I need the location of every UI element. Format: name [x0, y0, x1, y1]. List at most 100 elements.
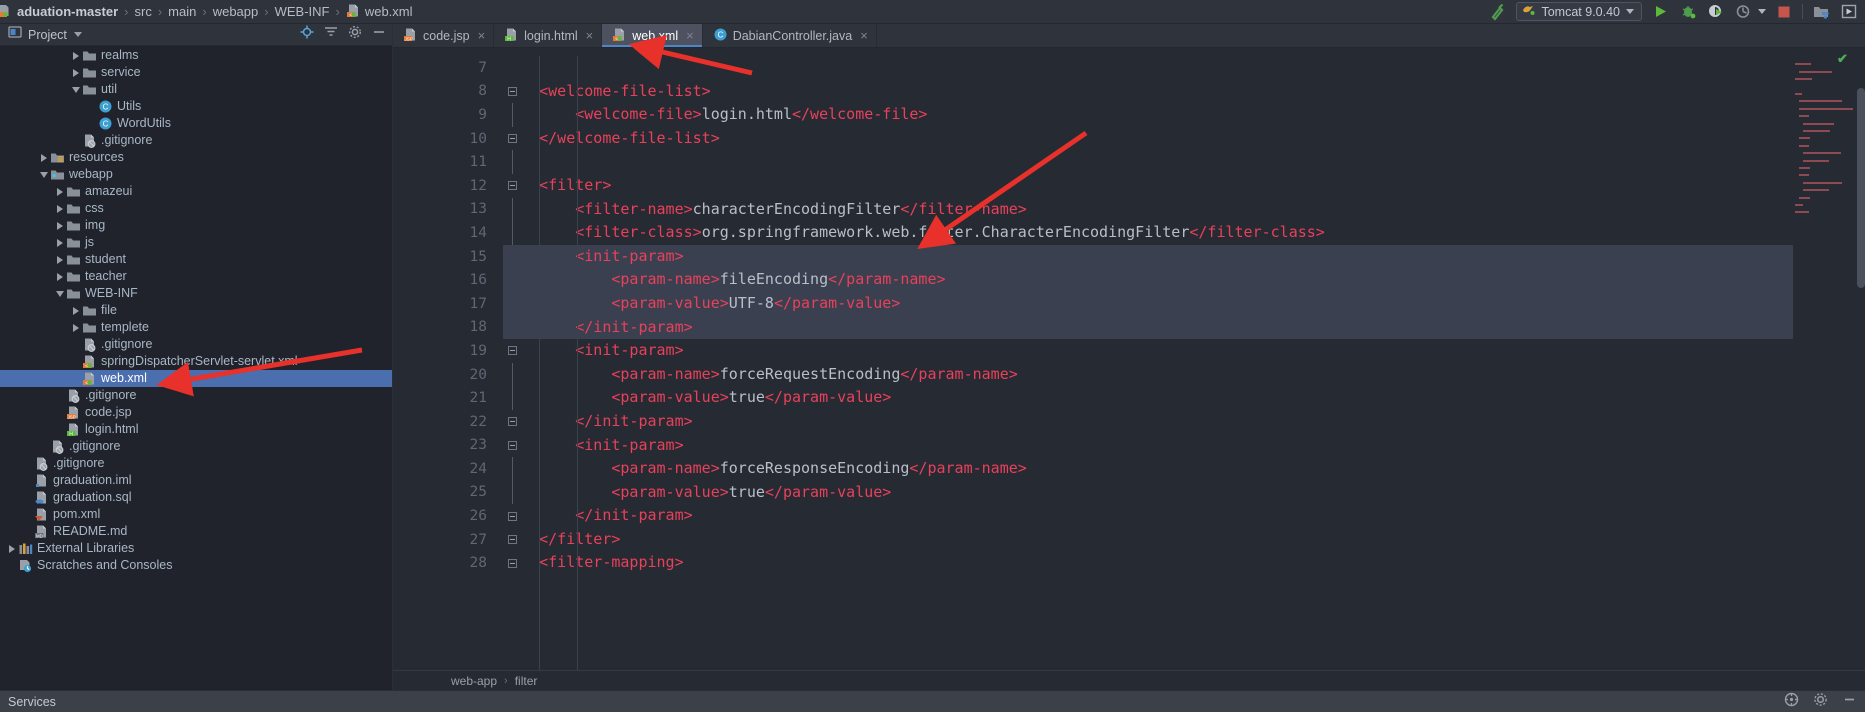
breadcrumb-item-main[interactable]: main	[168, 4, 196, 19]
code-minimap[interactable]	[1793, 48, 1853, 670]
tree-node-teacher[interactable]: teacher	[0, 268, 392, 285]
profiler-dropdown-icon[interactable]	[1758, 9, 1766, 14]
chevron-right-icon[interactable]	[6, 543, 17, 554]
code-line-20[interactable]: <param-name>forceRequestEncoding</param-…	[503, 363, 1793, 387]
close-icon[interactable]: ×	[686, 29, 694, 42]
editor-tab-web-xml[interactable]: < web.xml ×	[602, 24, 703, 47]
tree-node-file[interactable]: file	[0, 302, 392, 319]
tree-node-graduation-iml[interactable]: graduation.iml	[0, 472, 392, 489]
gutter-line-27[interactable]: 27	[393, 528, 517, 552]
tree-node-css[interactable]: css	[0, 200, 392, 217]
editor-tab-login-html[interactable]: Hlogin.html ×	[494, 24, 603, 47]
tree-node--gitignore[interactable]: .gitignore	[0, 387, 392, 404]
close-icon[interactable]: ×	[860, 29, 868, 42]
tree-node-login-html[interactable]: Hlogin.html	[0, 421, 392, 438]
deploy-button[interactable]	[1811, 2, 1831, 22]
code-line-14[interactable]: <filter-class>org.springframework.web.fi…	[503, 221, 1793, 245]
code-line-28[interactable]: <filter-mapping>	[503, 551, 1793, 575]
tree-node-resources[interactable]: resources	[0, 149, 392, 166]
editor-scrollbar-thumb[interactable]	[1857, 88, 1865, 288]
editor-gutter[interactable]: 7 8 9 10 11 12 13 14 15 16 17 18 19 20 21 22 23 24 25 26 27 2…	[393, 48, 537, 670]
tree-node--gitignore[interactable]: .gitignore	[0, 438, 392, 455]
gutter-line-9[interactable]: 9	[393, 103, 513, 127]
collapse-all-icon[interactable]	[324, 25, 338, 44]
editor-tab-code-jsp[interactable]: JSP code.jsp ×	[393, 24, 495, 47]
chevron-down-icon[interactable]	[1626, 9, 1634, 14]
editor-breadcrumb-filter[interactable]: filter	[515, 674, 538, 688]
gutter-line-8[interactable]: 8	[393, 80, 517, 104]
chevron-right-icon[interactable]	[70, 50, 81, 61]
code-line-8[interactable]: <welcome-file-list>	[503, 80, 1793, 104]
breadcrumb-item-webapp[interactable]: webapp	[213, 4, 259, 19]
settings-gear-icon[interactable]	[348, 25, 362, 44]
tree-node-webapp[interactable]: webapp	[0, 166, 392, 183]
tree-node-web-xml[interactable]: < web.xml	[0, 370, 392, 387]
gutter-line-7[interactable]: 7	[393, 56, 493, 80]
code-line-21[interactable]: <param-value>true</param-value>	[503, 386, 1793, 410]
breadcrumb-item-aduation-master[interactable]: aduation-master	[0, 3, 118, 21]
error-marker-gutter[interactable]: ✔	[1837, 48, 1865, 670]
tree-node-wordutils[interactable]: C WordUtils	[0, 115, 392, 132]
gutter-line-12[interactable]: 12	[393, 174, 517, 198]
code-content[interactable]: <welcome-file-list> <welcome-file>login.…	[493, 48, 1793, 670]
code-line-11[interactable]	[503, 150, 1793, 174]
tree-node-js[interactable]: js	[0, 234, 392, 251]
gutter-line-20[interactable]: 20	[393, 362, 513, 387]
tree-node--gitignore[interactable]: .gitignore	[0, 455, 392, 472]
chevron-right-icon[interactable]	[70, 67, 81, 78]
stop-button[interactable]	[1774, 2, 1794, 22]
gutter-line-16[interactable]: 16	[393, 268, 513, 292]
breadcrumb-item-web-inf[interactable]: WEB-INF	[275, 4, 330, 19]
chevron-down-icon[interactable]	[73, 32, 82, 37]
run-button[interactable]	[1650, 2, 1670, 22]
tree-node-pom-xml[interactable]: pom.xml	[0, 506, 392, 523]
code-line-25[interactable]: <param-value>true</param-value>	[503, 481, 1793, 505]
gutter-line-17[interactable]: 17	[393, 291, 513, 316]
tree-node-utils[interactable]: C Utils	[0, 98, 392, 115]
tree-node-img[interactable]: img	[0, 217, 392, 234]
gutter-line-10[interactable]: 10	[393, 127, 517, 151]
chevron-right-icon[interactable]	[54, 203, 65, 214]
tree-node-realms[interactable]: realms	[0, 47, 392, 64]
chevron-down-icon[interactable]	[70, 84, 81, 95]
tree-node-graduation-sql[interactable]: graduation.sql	[0, 489, 392, 506]
code-line-27[interactable]: </filter>	[503, 528, 1793, 552]
code-line-26[interactable]: </init-param>	[503, 504, 1793, 528]
code-line-17[interactable]: <param-value>UTF-8</param-value>	[503, 291, 1793, 316]
chevron-right-icon[interactable]	[54, 237, 65, 248]
code-line-13[interactable]: <filter-name>characterEncodingFilter</fi…	[503, 198, 1793, 222]
tree-node-web-inf[interactable]: WEB-INF	[0, 285, 392, 302]
code-line-18[interactable]: </init-param>	[503, 315, 1793, 340]
tree-node--gitignore[interactable]: .gitignore	[0, 132, 392, 149]
gutter-line-22[interactable]: 22	[393, 410, 517, 434]
tree-node-student[interactable]: student	[0, 251, 392, 268]
chevron-down-icon[interactable]	[54, 288, 65, 299]
gutter-line-11[interactable]: 11	[393, 150, 513, 174]
tree-node-springdispatcherservlet-servlet-xml[interactable]: < springDispatcherServlet-servlet.xml	[0, 353, 392, 370]
gutter-line-13[interactable]: 13	[393, 197, 513, 222]
chevron-right-icon[interactable]	[70, 305, 81, 316]
tree-node-external-libraries[interactable]: External Libraries	[0, 540, 392, 557]
chevron-down-icon[interactable]	[38, 169, 49, 180]
gutter-line-25[interactable]: 25	[393, 480, 513, 505]
tree-node-amazeui[interactable]: amazeui	[0, 183, 392, 200]
chevron-right-icon[interactable]	[54, 254, 65, 265]
debug-button[interactable]	[1678, 2, 1698, 22]
gutter-line-24[interactable]: 24	[393, 457, 513, 481]
gutter-line-28[interactable]: 28	[393, 551, 517, 575]
tree-node--gitignore[interactable]: .gitignore	[0, 336, 392, 353]
gutter-line-26[interactable]: 26	[393, 504, 517, 528]
code-line-19[interactable]: <init-param>	[503, 339, 1793, 363]
code-line-7[interactable]	[503, 56, 1793, 80]
editor-tab-dabiancontroller-java[interactable]: C DabianController.java ×	[703, 24, 877, 47]
settings-gear-icon[interactable]	[1813, 692, 1828, 712]
code-line-12[interactable]: <filter>	[503, 174, 1793, 198]
locate-icon[interactable]	[300, 25, 314, 44]
tree-node-readme-md[interactable]: MD README.md	[0, 523, 392, 540]
code-line-15[interactable]: <init-param>	[503, 244, 1793, 269]
code-line-9[interactable]: <welcome-file>login.html</welcome-file>	[503, 103, 1793, 127]
project-file-tree[interactable]: realms service util C Utils C WordUtils .gitign…	[0, 46, 392, 690]
gutter-line-18[interactable]: 18	[393, 316, 517, 340]
chevron-right-icon[interactable]	[54, 220, 65, 231]
profiler-button[interactable]	[1734, 2, 1754, 22]
